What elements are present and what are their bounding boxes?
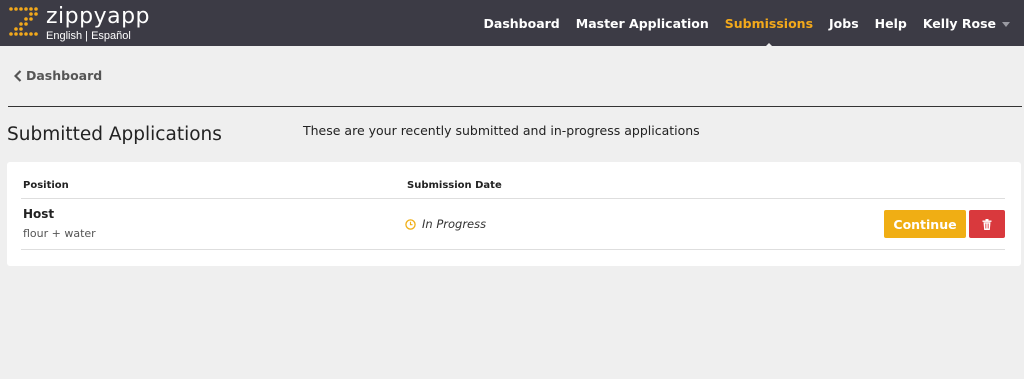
status-text: In Progress bbox=[422, 217, 487, 231]
chevron-left-icon bbox=[14, 69, 22, 82]
nav-jobs[interactable]: Jobs bbox=[829, 16, 859, 31]
row-position-title: Host bbox=[23, 207, 55, 221]
nav-submissions[interactable]: Submissions bbox=[725, 16, 813, 48]
clock-icon bbox=[405, 218, 416, 230]
trash-icon bbox=[982, 218, 992, 230]
user-menu[interactable]: Kelly Rose bbox=[923, 16, 1010, 31]
main-nav: Dashboard Master Application Submissions… bbox=[468, 0, 1010, 48]
table-row-divider bbox=[21, 249, 1005, 250]
caret-down-icon bbox=[1002, 21, 1010, 27]
table-header-divider bbox=[21, 198, 1005, 199]
language-switcher: English | Español bbox=[46, 30, 131, 42]
column-header-submission-date: Submission Date bbox=[407, 180, 502, 191]
lang-separator: | bbox=[82, 30, 92, 42]
column-header-position: Position bbox=[23, 180, 69, 191]
nav-dashboard[interactable]: Dashboard bbox=[484, 16, 560, 31]
submissions-table-card: Position Submission Date Host flour + wa… bbox=[7, 162, 1021, 266]
page-title: Submitted Applications bbox=[7, 124, 222, 145]
page-subtitle: These are your recently submitted and in… bbox=[303, 123, 700, 138]
top-navbar: zippyapp English | Español Dashboard Mas… bbox=[0, 0, 1024, 48]
user-name: Kelly Rose bbox=[922, 15, 996, 31]
lang-espanol-link[interactable]: Español bbox=[91, 30, 131, 42]
row-company-name: flour + water bbox=[23, 227, 96, 240]
brand-wordmark[interactable]: zippyapp bbox=[46, 4, 150, 29]
brand-name-part2: app bbox=[107, 4, 151, 29]
back-to-dashboard-link[interactable]: Dashboard bbox=[14, 68, 102, 83]
nav-help[interactable]: Help bbox=[875, 16, 907, 31]
lang-english-link[interactable]: English bbox=[46, 30, 82, 42]
delete-button[interactable] bbox=[969, 210, 1005, 238]
brand-name-part1: zippy bbox=[46, 4, 108, 29]
section-divider bbox=[8, 106, 1022, 107]
zippy-logo-icon[interactable] bbox=[8, 6, 40, 38]
nav-master-application[interactable]: Master Application bbox=[576, 16, 709, 31]
back-label: Dashboard bbox=[26, 68, 103, 83]
continue-button[interactable]: Continue bbox=[884, 210, 966, 238]
row-status: In Progress bbox=[405, 217, 486, 231]
